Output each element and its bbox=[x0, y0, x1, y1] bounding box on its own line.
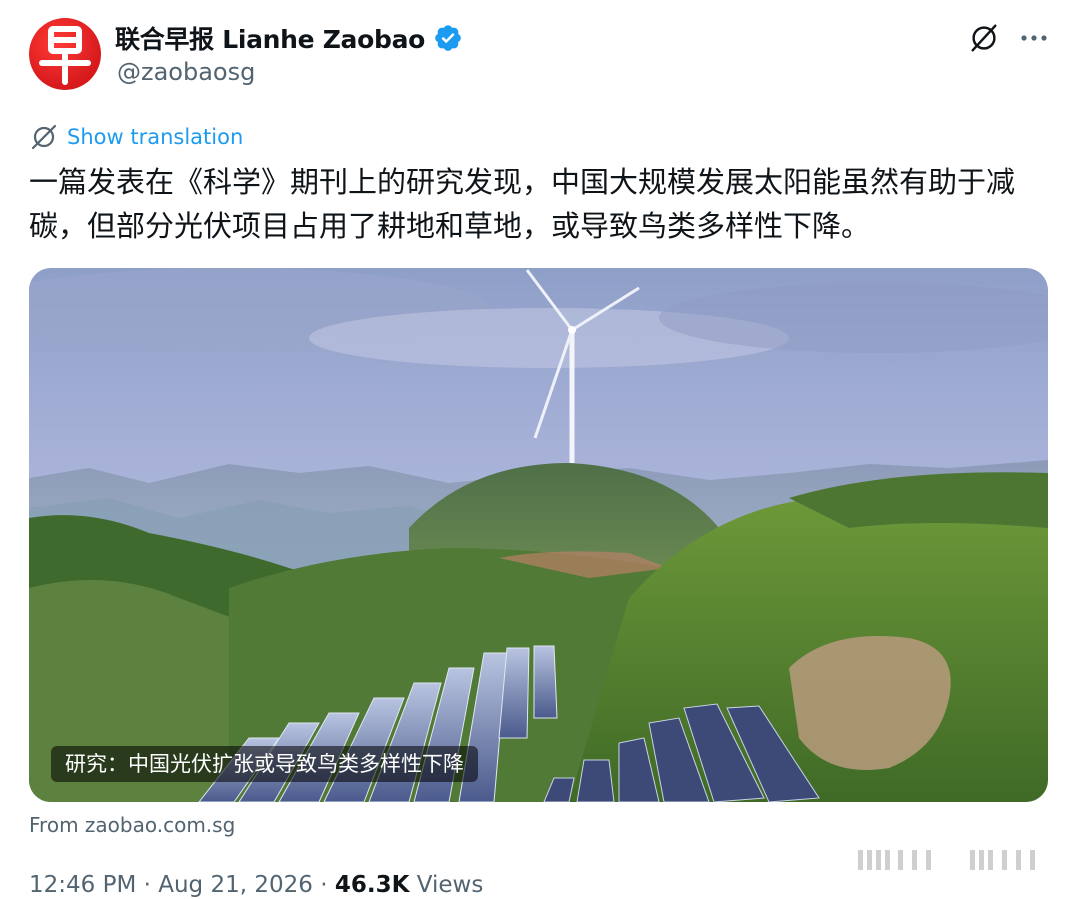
display-name[interactable]: 联合早报 Lianhe Zaobao bbox=[115, 20, 425, 56]
tweet-text: 一篇发表在《科学》期刊上的研究发现，中国大规模发展太阳能虽然有助于减碳，但部分光… bbox=[29, 165, 1016, 243]
views-count: 46.3K bbox=[334, 872, 410, 898]
tweet-time[interactable]: 12:46 PM bbox=[29, 872, 136, 898]
meta-separator-2: · bbox=[312, 872, 335, 898]
avatar[interactable] bbox=[29, 18, 101, 90]
image-caption: 研究：中国光伏扩张或导致鸟类多样性下降 bbox=[51, 746, 478, 782]
watermark-icon bbox=[858, 850, 1035, 870]
translate-globe-icon bbox=[31, 124, 57, 150]
grok-slash-icon bbox=[971, 24, 997, 52]
landscape-photo bbox=[29, 268, 1048, 802]
tweet-date[interactable]: Aug 21, 2026 bbox=[158, 872, 313, 898]
views-label: Views bbox=[416, 872, 484, 898]
link-source[interactable]: From zaobao.com.sg bbox=[29, 813, 235, 837]
zaobao-logo-icon bbox=[39, 26, 91, 85]
grok-button[interactable] bbox=[966, 20, 1002, 56]
meta-separator: · bbox=[136, 872, 159, 898]
more-options-button[interactable] bbox=[1014, 20, 1054, 56]
tweet-image[interactable]: 研究：中国光伏扩张或导致鸟类多样性下降 bbox=[29, 268, 1048, 802]
more-dots-icon bbox=[1021, 35, 1047, 41]
author-handle[interactable]: @zaobaosg bbox=[117, 58, 255, 86]
verified-badge-icon[interactable] bbox=[433, 23, 463, 53]
tweet-meta: 12:46 PM · Aug 21, 2026 · 46.3K Views bbox=[29, 872, 483, 898]
show-translation-link[interactable]: Show translation bbox=[30, 123, 243, 151]
show-translation-label[interactable]: Show translation bbox=[67, 125, 243, 149]
author-name-row[interactable]: 联合早报 Lianhe Zaobao bbox=[115, 20, 463, 56]
